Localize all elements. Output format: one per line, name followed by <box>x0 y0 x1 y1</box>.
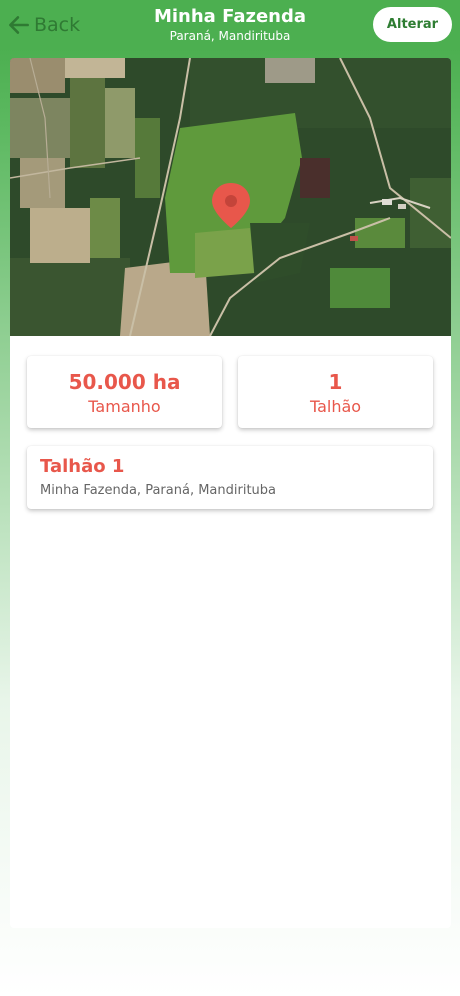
app-header: Back Minha Fazenda Paraná, Mandirituba A… <box>0 0 460 48</box>
size-label: Tamanho <box>88 397 161 416</box>
edit-button[interactable]: Alterar <box>373 7 452 42</box>
page-title: Minha Fazenda <box>153 6 307 27</box>
size-value: 50.000 ha <box>68 370 181 394</box>
page-subtitle: Paraná, Mandirituba <box>169 29 291 43</box>
back-label: Back <box>34 14 81 36</box>
plot-location: Minha Fazenda, Paraná, Mandirituba <box>40 483 276 498</box>
arrow-left-icon <box>9 16 29 34</box>
farm-details-panel: 50.000 ha Tamanho 1 Talhão Talhão 1 Minh… <box>10 58 451 928</box>
plot-name: Talhão 1 <box>40 456 125 477</box>
plot-count-label: Talhão <box>309 397 362 416</box>
plot-list-item[interactable]: Talhão 1 Minha Fazenda, Paraná, Mandirit… <box>27 446 433 509</box>
back-button[interactable]: Back <box>6 10 80 40</box>
satellite-map[interactable] <box>10 58 451 336</box>
title-block: Minha Fazenda Paraná, Mandirituba <box>120 7 340 44</box>
size-stat-card: 50.000 ha Tamanho <box>27 356 222 428</box>
plot-count-value: 1 <box>328 370 343 394</box>
plot-count-stat-card: 1 Talhão <box>238 356 433 428</box>
